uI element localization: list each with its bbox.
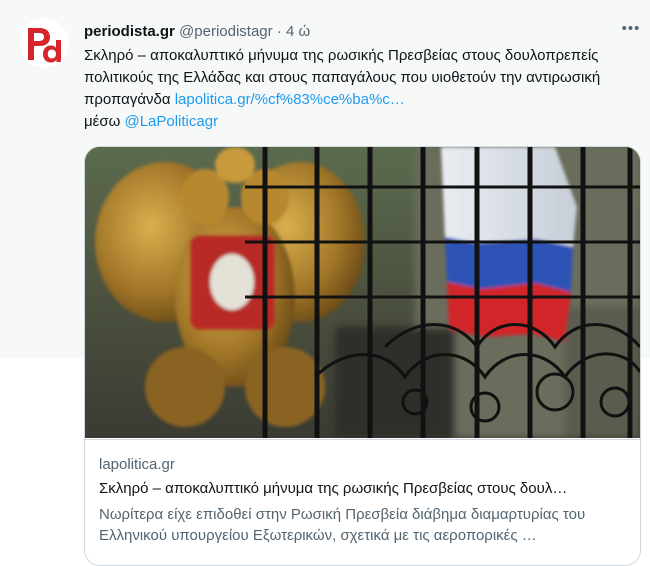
card-body[interactable]: lapolitica.gr Σκληρό – αποκαλυπτικό μήνυ… xyxy=(85,439,640,544)
tweet-timestamp[interactable]: 4 ώ xyxy=(286,23,310,40)
mention-link[interactable]: @LaPoliticagr xyxy=(124,113,218,130)
avatar[interactable] xyxy=(19,18,69,68)
embassy-photo xyxy=(85,147,640,438)
card-image[interactable] xyxy=(85,147,640,438)
card-domain: lapolitica.gr xyxy=(99,456,175,473)
link-card[interactable]: lapolitica.gr Σκληρό – αποκαλυπτικό μήνυ… xyxy=(84,146,641,566)
periodista-logo-icon xyxy=(19,18,69,68)
via-text: μέσω xyxy=(84,113,125,130)
more-options-icon[interactable]: ••• xyxy=(620,21,642,42)
tweet-header: periodista.gr @periodistagr · 4 ώ xyxy=(84,22,620,42)
header-separator: · xyxy=(276,23,282,40)
author-handle[interactable]: @periodistagr xyxy=(179,23,273,40)
card-title[interactable]: Σκληρό – αποκαλυπτικό μήνυμα της ρωσικής… xyxy=(99,480,624,497)
tweet-text: Σκληρό – αποκαλυπτικό μήνυμα της ρωσικής… xyxy=(84,45,644,133)
card-description: Νωρίτερα είχε επιδοθεί στην Ρωσική Πρεσβ… xyxy=(99,506,586,544)
tweet-link[interactable]: lapolitica.gr/%cf%83%ce%ba%c… xyxy=(175,91,405,108)
author-name[interactable]: periodista.gr xyxy=(84,23,175,40)
